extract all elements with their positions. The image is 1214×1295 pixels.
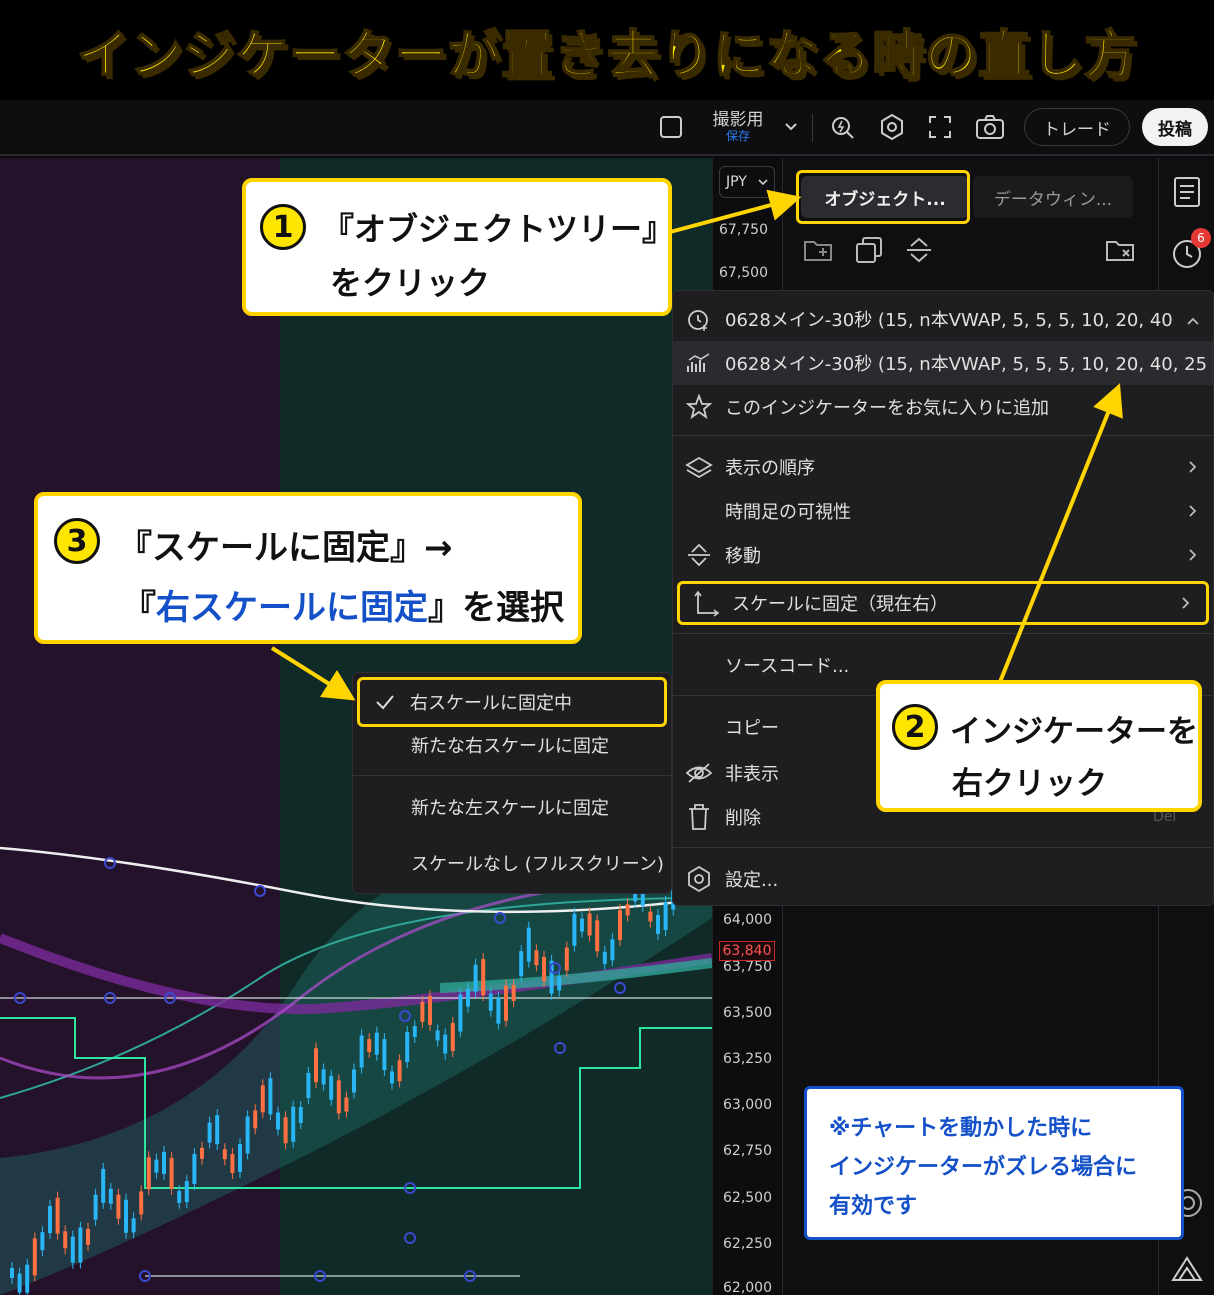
step2-line2: 右クリック [952,766,1107,802]
note-line1: ※チャートを動かした時に [829,1116,1093,1141]
callout-step2: 2 インジケーターを 右クリック [876,680,1202,812]
step1-line2: をクリック [330,264,491,302]
callout-step1: 1 『オブジェクトツリー』 をクリック [242,178,675,316]
step2-line1: インジケーターを [950,714,1198,750]
step1-line1: 『オブジェクトツリー』 [322,210,675,248]
note-line3: 有効です [829,1194,918,1219]
note-box: ※チャートを動かした時に インジケーターがズレる場合に 有効です [804,1086,1184,1240]
arrow-step2 [998,383,1123,683]
step3-line1: 『スケールに固定』→ [118,528,453,568]
note-line2: インジケーターがズレる場合に [829,1155,1138,1180]
step3-highlight: 右スケールに固定 [156,588,428,628]
step2-number: 2 [892,704,938,750]
arrow-step1 [669,189,802,234]
step3-line2: 『右スケールに固定』を選択 [122,588,564,628]
arrow-step3 [270,646,356,701]
callout-step3: 3 『スケールに固定』→ 『右スケールに固定』を選択 [34,492,582,644]
step3-number: 3 [54,518,100,564]
step1-number: 1 [260,204,306,250]
